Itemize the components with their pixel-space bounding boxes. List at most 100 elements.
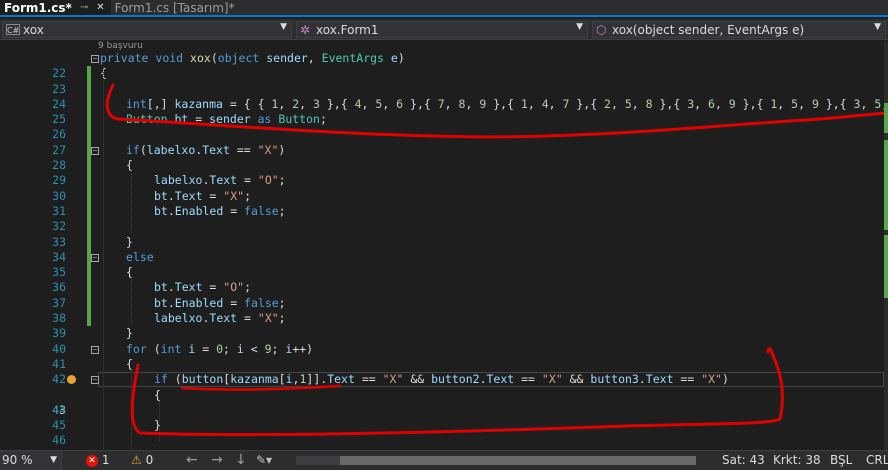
pin-icon[interactable]: ⊸ [80,2,88,13]
insert-mode-indicator[interactable]: BŞL [830,451,852,470]
code-line[interactable]: 31 bt.Text = "X"; [0,188,888,218]
nav-forward-icon[interactable]: → [211,451,223,470]
indent-guide [103,67,104,450]
tab-label: Form1.cs [Tasarım]* [114,0,235,15]
code-line-current[interactable]: 43 − if (button[kazanma[i,1]].Text == "X… [0,372,888,417]
nav-down-icon[interactable]: ↓ [235,451,247,470]
change-bar [87,188,91,204]
indent-guide [131,371,132,450]
code-line[interactable]: 24 [0,81,888,111]
code-line[interactable]: 26 Button bt = sender as Button; [0,112,888,141]
project-dropdown[interactable]: C# xox ▼ [2,21,292,38]
change-bar [87,112,91,128]
warning-count-value: 0 [145,453,154,467]
collapse-icon[interactable]: − [91,345,99,354]
member-dropdown-label: xox(object sender, EventArgs e) [612,22,805,37]
code-line[interactable]: 25 int[,] kazanma = { { 1, 2, 3 },{ 4, 5… [0,96,888,126]
code-text: labelxo.Text = "X"; [154,311,286,326]
class-dropdown[interactable]: ✲ xox.Form1 ▼ [296,21,588,38]
code-line[interactable]: 36 { [0,265,888,294]
error-icon: ✕ [86,454,98,467]
code-line[interactable]: 35 − else [0,249,888,279]
class-dropdown-label: xox.Form1 [316,22,379,37]
horizontal-scrollbar-thumb[interactable] [340,456,696,465]
code-line[interactable]: 41 − for (int i = 0; i < 9; i++) [0,342,888,371]
zoom-dropdown[interactable]: 90 % ▼ [0,451,62,470]
code-text: bt.Text = "O"; [154,280,251,295]
code-line[interactable]: 46 } [0,418,888,447]
collapse-icon[interactable]: − [91,253,99,262]
warning-count[interactable]: ⚠ 0 [131,451,153,470]
code-line[interactable]: 39 labelxo.Text = "X"; [0,311,888,340]
code-line[interactable]: 23 { [0,66,888,96]
line-ending-indicator[interactable]: CRL [866,451,888,470]
code-lines: 22 − private void xox(object sender, Eve… [0,51,888,450]
code-line[interactable]: 28 − if(labelxo.Text == "X") [0,142,888,172]
csharp-icon: C# [6,24,20,35]
class-icon: ✲ [300,22,311,37]
code-line[interactable]: 33 [0,219,888,249]
nav-back-icon[interactable]: ← [186,451,198,470]
code-line[interactable]: 32 bt.Enabled = false; [0,203,888,233]
change-bar [87,96,91,113]
chevron-down-icon: ▼ [874,22,881,32]
tab-form1-cs[interactable]: Form1.cs* ⊸ ✕ [0,0,111,15]
code-text: } [126,234,133,249]
collapse-icon[interactable]: − [91,376,99,385]
code-line[interactable]: 40 } [0,326,888,355]
code-line[interactable]: 34 } [0,234,888,264]
scrollbar-change-marker [884,140,888,230]
code-text: int[,] kazanma = { { 1, 2, 3 },{ 4, 5, 6… [126,96,888,111]
code-text: else [126,249,154,264]
collapse-icon[interactable]: − [91,146,99,155]
code-text: if(labelxo.Text == "X") [126,142,286,157]
code-text: bt.Enabled = false; [154,295,286,310]
quick-action-lightbulb-icon[interactable] [67,375,76,385]
change-bar [87,265,91,281]
code-line[interactable]: 22 − private void xox(object sender, Eve… [0,51,888,80]
code-text: { [126,356,133,371]
change-bar [87,158,91,174]
error-count[interactable]: ✕ 1 [86,451,109,470]
line-indicator[interactable]: Sat: 43 [722,451,765,470]
code-line[interactable]: 44 { [0,388,888,417]
code-line[interactable]: 37 bt.Text = "O"; [0,280,888,310]
horizontal-scrollbar[interactable] [296,456,696,465]
project-dropdown-label: xox [23,22,44,37]
change-bar [87,234,91,250]
code-line[interactable]: 30 labelxo.Text = "O"; [0,173,888,203]
indent-guide [131,279,132,325]
change-bar [87,127,91,143]
code-text: } [126,326,133,341]
document-tab-bar: Form1.cs* ⊸ ✕ Form1.cs [Tasarım]* [0,0,888,17]
chevron-down-icon: ▼ [50,455,57,465]
code-line[interactable]: 47 [0,433,888,450]
code-line[interactable]: 38 bt.Enabled = false; [0,295,888,325]
error-count-value: 1 [101,453,110,467]
member-dropdown[interactable]: ⬡ xox(object sender, EventArgs e) ▼ [592,21,886,38]
change-bar [87,219,91,235]
indent-guide [159,401,160,441]
code-line[interactable]: 45 [0,403,888,432]
code-text: labelxo.Text = "O"; [154,173,286,188]
code-line[interactable]: 29 { [0,158,888,187]
warning-icon: ⚠ [131,453,142,467]
scrollbar-change-marker [884,235,888,298]
code-line[interactable]: 42 { [0,356,888,386]
close-icon[interactable]: ✕ [96,2,104,13]
code-line[interactable]: 27 [0,127,888,157]
change-bar [87,295,91,312]
code-cleanup-brush-icon[interactable]: ✎▾ [256,451,272,470]
code-text: bt.Text = "X"; [154,188,251,203]
code-editor[interactable]: 9 başvuru 22 − private void xox(object s… [0,41,888,450]
tab-label: Form1.cs* [4,0,72,15]
tab-form1-designer[interactable]: Form1.cs [Tasarım]* [110,0,241,15]
column-indicator[interactable]: Krkt: 38 [773,451,821,470]
editor-status-bar: 90 % ▼ ✕ 1 ⚠ 0 ← → ↓ ✎▾ Sat: 43 Krkt: 38… [0,450,888,470]
code-text: Button bt = sender as Button; [126,112,327,127]
change-bar [87,173,91,189]
code-text: private void xox(object sender, EventArg… [100,51,405,65]
code-text: bt.Enabled = false; [154,203,286,218]
zoom-level: 90 % [2,453,33,467]
collapse-icon[interactable]: − [91,55,99,63]
